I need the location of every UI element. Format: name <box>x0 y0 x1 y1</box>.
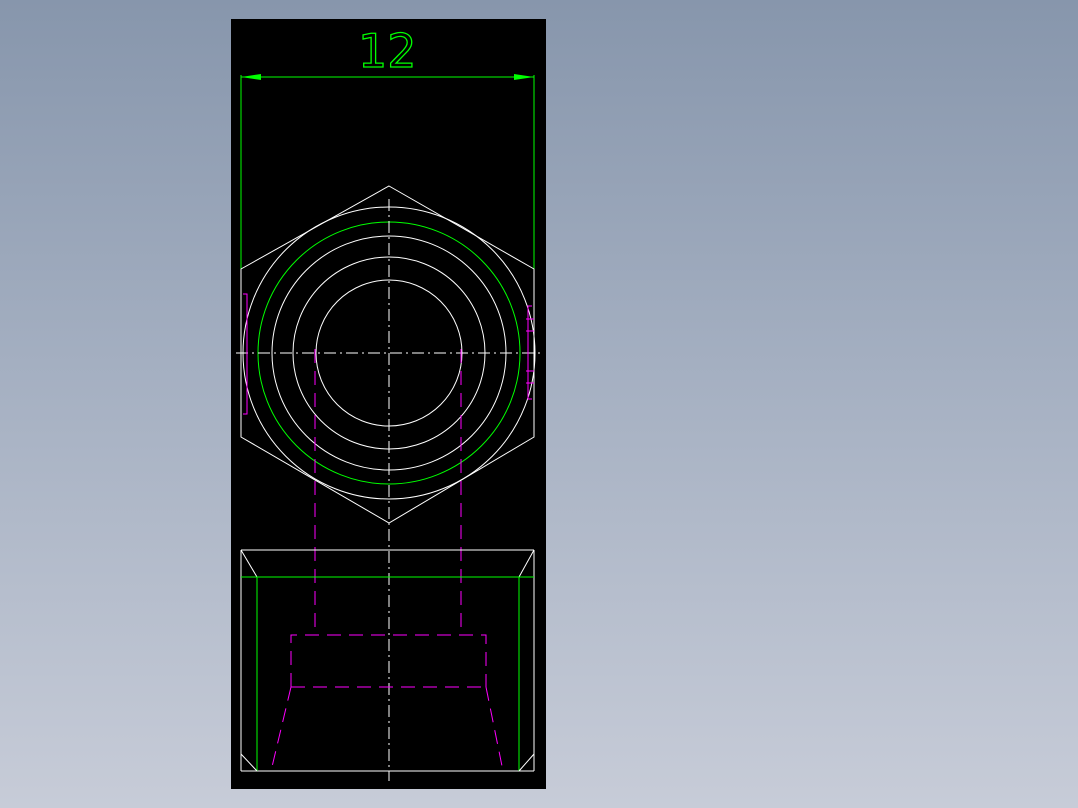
chamfer-left <box>240 549 258 578</box>
side-view <box>240 549 535 772</box>
dimension-arrow-right <box>514 74 534 80</box>
nut-drawing: 12 <box>236 23 541 781</box>
chamfer-right <box>518 549 535 578</box>
dimension-value: 12 <box>358 24 417 78</box>
bottom-chamfer-right <box>518 753 535 772</box>
top-view <box>236 185 541 781</box>
hexagon-outline <box>240 185 535 524</box>
dimension-arrow-left <box>241 74 261 80</box>
dimension-group: 12 <box>240 23 535 359</box>
hidden-taper-right <box>485 686 504 772</box>
cad-drawing-canvas[interactable]: 12 <box>231 19 546 789</box>
hidden-taper-left <box>270 686 292 772</box>
bottom-chamfer-left <box>240 753 258 772</box>
hidden-edge-left <box>243 293 248 415</box>
